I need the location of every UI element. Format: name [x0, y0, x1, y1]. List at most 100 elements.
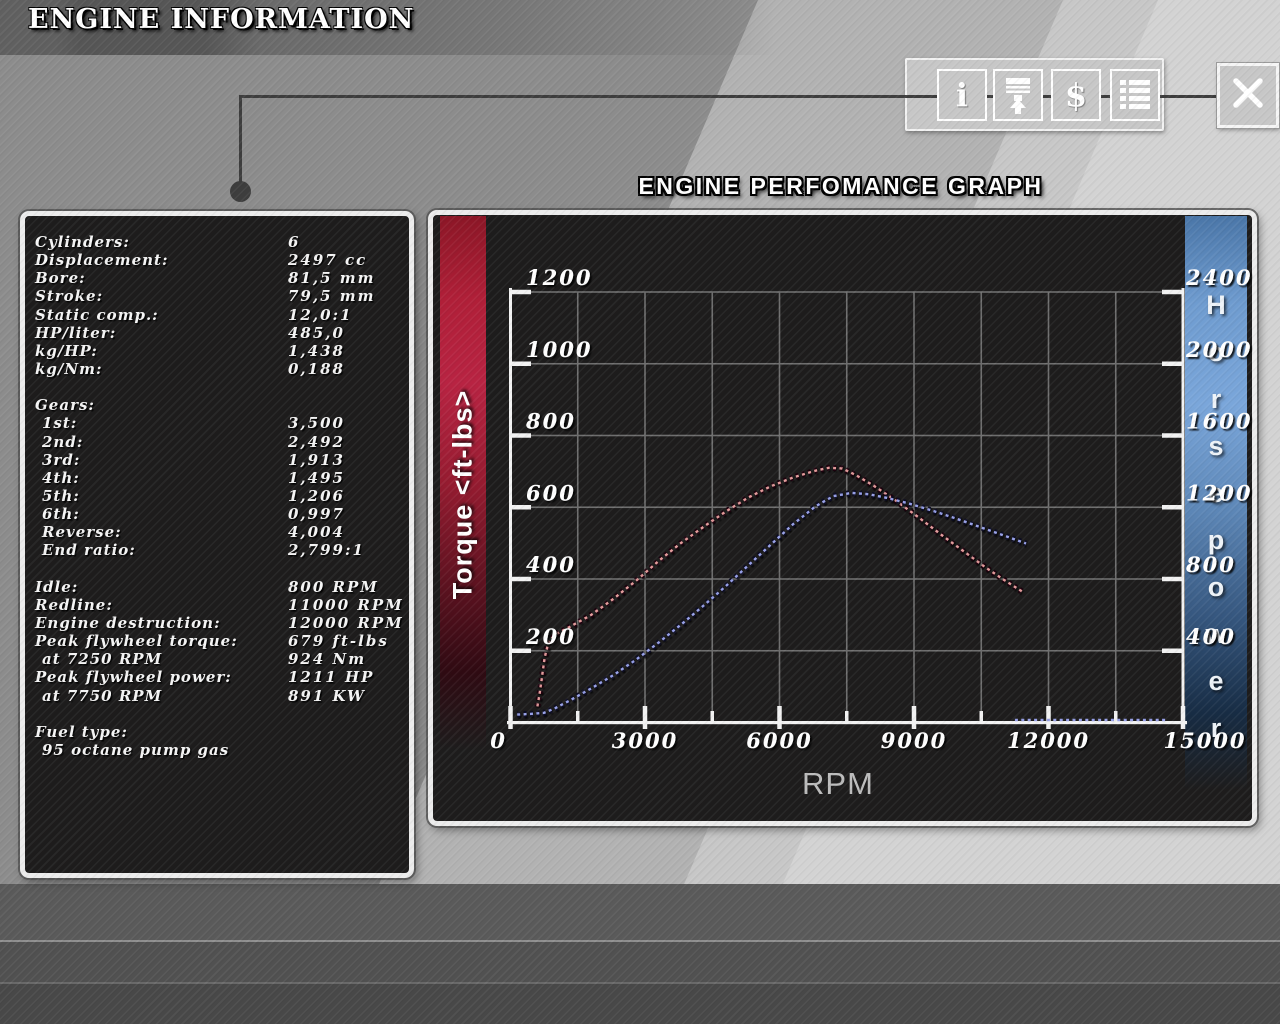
horsepower-axis-label: Horsepower: [1205, 290, 1227, 743]
spec-value: 79,5 mm: [288, 287, 376, 306]
piston-icon: [1000, 75, 1036, 115]
spec-value: 485,0: [288, 323, 345, 342]
spec-row: at 7250 RPM 924 Nm: [25, 650, 409, 668]
spec-row: 1st: 3,500: [25, 414, 409, 432]
torque-axis-bar: Torque <ft-lbs>: [440, 216, 486, 772]
spec-label: Idle:: [35, 577, 79, 596]
price-button[interactable]: $: [1051, 69, 1101, 121]
spec-value: 1,438: [288, 341, 345, 360]
spec-row: Gears:: [25, 396, 409, 414]
spec-label: HP/liter:: [35, 323, 117, 342]
spec-value: 11000 RPM: [288, 595, 404, 614]
spec-label: Reverse:: [42, 523, 122, 542]
spec-label: Redline:: [35, 595, 113, 614]
spec-value: 6: [288, 233, 301, 251]
connector-dot: [230, 181, 251, 202]
spec-value: 3,500: [288, 414, 345, 433]
spec-label: 5th:: [42, 486, 80, 505]
rpm-axis-label: RPM: [802, 766, 874, 801]
spec-row: Displacement: 2497 cc: [25, 251, 409, 269]
spec-row-spacer: [25, 378, 409, 396]
spec-value: 2497 cc: [288, 251, 368, 270]
dollar-icon: $: [1064, 76, 1088, 114]
spec-label: 6th:: [42, 505, 80, 524]
info-icon: i: [955, 76, 969, 114]
spec-row: Cylinders: 6: [25, 233, 409, 251]
spec-value: 1,206: [288, 486, 345, 505]
graph-title: ENGINE PERFOMANCE GRAPH: [638, 173, 1044, 199]
horsepower-axis-bar: Horsepower: [1185, 216, 1247, 808]
spec-value: 12,0:1: [288, 305, 353, 324]
spec-label: Engine destruction:: [35, 613, 221, 632]
torque-axis-label: Torque <ft-lbs>: [447, 389, 478, 599]
spec-row: kg/HP: 1,438: [25, 342, 409, 360]
bottom-divider-line-2: [0, 982, 1280, 984]
spec-label: Cylinders:: [35, 233, 130, 251]
spec-row: kg/Nm: 0,188: [25, 360, 409, 378]
spec-row: 6th: 0,997: [25, 505, 409, 523]
performance-graph-panel: [428, 210, 1257, 826]
list-button[interactable]: [1110, 69, 1160, 121]
spec-label: 3rd:: [42, 450, 81, 469]
close-icon: [1231, 76, 1265, 115]
engine-specs-list: Cylinders: 6 Displacement: 2497 cc Bore: 81,5…: [25, 216, 409, 759]
spec-label: Static comp.:: [35, 305, 159, 324]
spec-row-spacer: [25, 560, 409, 578]
list-icon: [1117, 76, 1153, 114]
spec-value: 1,913: [288, 450, 345, 469]
spec-row: Reverse: 4,004: [25, 523, 409, 541]
spec-row: Idle: 800 RPM: [25, 578, 409, 596]
spec-label: kg/Nm:: [35, 359, 103, 378]
spec-row: 2nd: 2,492: [25, 433, 409, 451]
spec-row: 3rd: 1,913: [25, 451, 409, 469]
spec-label: at 7250 RPM: [42, 650, 163, 669]
spec-row: Engine destruction: 12000 RPM: [25, 614, 409, 632]
bottom-divider-line: [0, 940, 1280, 942]
spec-row: HP/liter: 485,0: [25, 324, 409, 342]
spec-value: 1,495: [288, 468, 345, 487]
spec-label: at 7750 RPM: [42, 686, 163, 705]
spec-row: Static comp.: 12,0:1: [25, 306, 409, 324]
spec-value: 891 KW: [288, 686, 366, 705]
spec-label: kg/HP:: [35, 341, 98, 360]
spec-label: Displacement:: [35, 251, 169, 270]
spec-row: Fuel type:: [25, 723, 409, 741]
bottom-band: [0, 884, 1280, 1024]
close-button[interactable]: [1217, 63, 1279, 128]
info-button[interactable]: i: [937, 69, 987, 121]
spec-value: 924 Nm: [288, 650, 367, 669]
spec-row: Redline: 11000 RPM: [25, 596, 409, 614]
spec-value: 4,004: [288, 523, 345, 542]
spec-row: Peak flywheel power: 1211 HP: [25, 668, 409, 686]
spec-label: Fuel type:: [35, 722, 128, 741]
spec-label: Gears:: [35, 396, 95, 415]
spec-value: 12000 RPM: [288, 613, 404, 632]
spec-row: Bore: 81,5 mm: [25, 269, 409, 287]
engine-button[interactable]: [993, 69, 1043, 121]
spec-value: 2,492: [288, 432, 345, 451]
spec-label: End ratio:: [42, 541, 136, 560]
spec-label: 4th:: [42, 468, 80, 487]
engine-information-screen: ENGINE INFORMATION i $ Cylinders: 6 Displac…: [0, 0, 1280, 1024]
spec-label: 95 octane pump gas: [42, 740, 230, 759]
connector-line-vertical: [239, 95, 242, 185]
spec-row: 5th: 1,206: [25, 487, 409, 505]
spec-value: 2,799:1: [288, 541, 365, 560]
spec-value: 0,188: [288, 359, 345, 378]
spec-row: Stroke: 79,5 mm: [25, 287, 409, 305]
spec-label: Peak flywheel torque:: [35, 632, 238, 651]
spec-row: at 7750 RPM 891 KW: [25, 687, 409, 705]
spec-row: Peak flywheel torque: 679 ft-lbs: [25, 632, 409, 650]
spec-row: 95 octane pump gas: [25, 741, 409, 759]
spec-value: 800 RPM: [288, 577, 379, 596]
spec-value: 81,5 mm: [288, 269, 376, 288]
spec-row-spacer: [25, 705, 409, 723]
spec-label: 1st:: [42, 414, 78, 433]
spec-value: 0,997: [288, 505, 345, 524]
spec-value: 679 ft-lbs: [288, 632, 389, 651]
spec-label: 2nd:: [42, 432, 84, 451]
spec-row: End ratio: 2,799:1: [25, 541, 409, 559]
spec-label: Stroke:: [35, 287, 104, 306]
spec-row: 4th: 1,495: [25, 469, 409, 487]
page-title: ENGINE INFORMATION: [28, 4, 415, 35]
